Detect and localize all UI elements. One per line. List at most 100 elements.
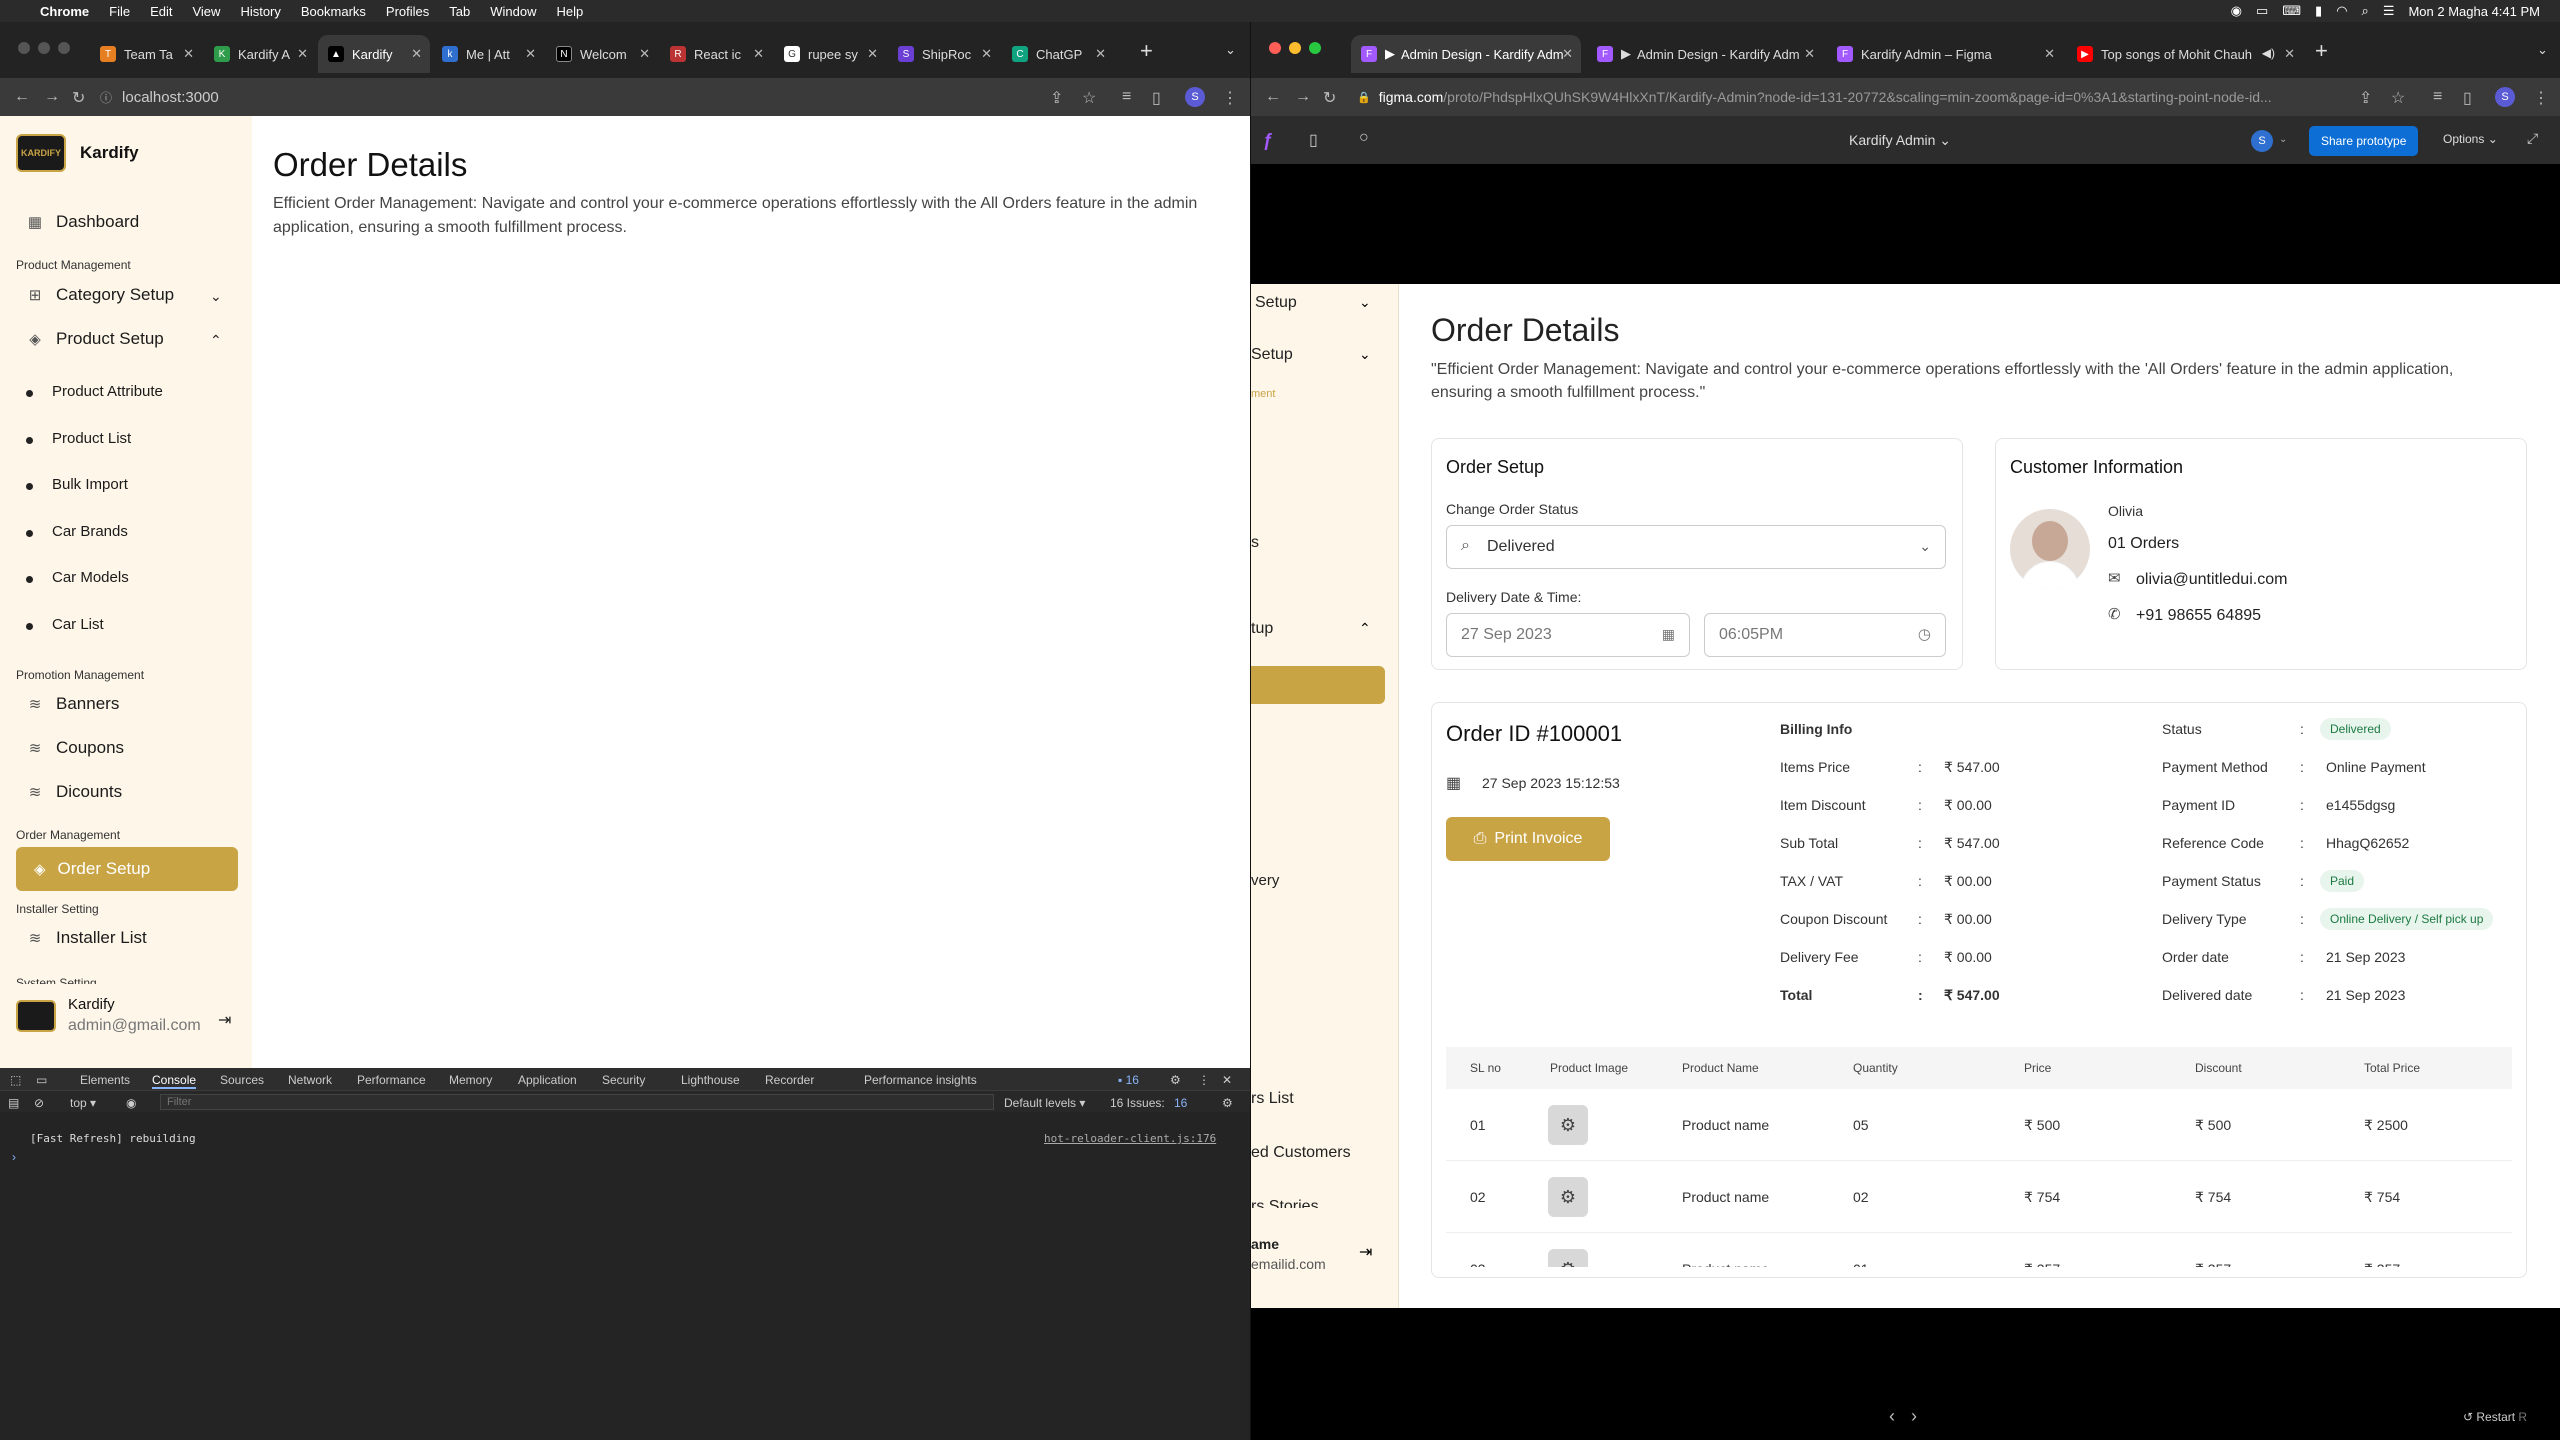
close-tab-icon[interactable]: ✕ bbox=[867, 46, 878, 62]
chevron-down-icon[interactable]: ⌄ bbox=[1359, 294, 1371, 311]
zoom-window-button[interactable] bbox=[1309, 42, 1321, 54]
battery-icon[interactable]: ▮ bbox=[2315, 3, 2322, 19]
new-tab-icon[interactable]: + bbox=[2315, 38, 2328, 64]
menu-file[interactable]: File bbox=[109, 4, 130, 19]
side-panel-icon[interactable]: ▯ bbox=[1152, 88, 1161, 108]
context-select[interactable]: top ▾ bbox=[70, 1096, 96, 1110]
chevron-down-icon[interactable]: ⌄ bbox=[1359, 346, 1371, 363]
profile-avatar[interactable]: S bbox=[1185, 87, 1205, 107]
sidebar-item-banners[interactable]: ≋ Banners bbox=[26, 694, 120, 714]
tab-search-icon[interactable]: ⌄ bbox=[1225, 42, 1236, 58]
menu-edit[interactable]: Edit bbox=[150, 4, 172, 19]
sidebar-item[interactable]: Setup bbox=[1255, 294, 1403, 312]
browser-menu-icon[interactable]: ⋮ bbox=[1222, 88, 1238, 108]
console-settings-icon[interactable]: ⚙ bbox=[1222, 1096, 1233, 1110]
sidebar-item[interactable]: s bbox=[1251, 534, 1399, 552]
url-field[interactable]: ⓘ localhost:3000 bbox=[100, 84, 219, 110]
inspect-icon[interactable]: ⬚ bbox=[10, 1073, 21, 1087]
sidebar-subitem-product-attribute[interactable]: Product Attribute bbox=[52, 383, 163, 400]
expand-icon[interactable]: ⤢ bbox=[2527, 130, 2538, 147]
close-window-button[interactable] bbox=[18, 42, 30, 54]
avatar[interactable]: S bbox=[2251, 130, 2273, 152]
devtools-tab-performance-insights[interactable]: Performance insights bbox=[864, 1073, 977, 1087]
active-nav-highlight[interactable] bbox=[1251, 666, 1385, 704]
restart-button[interactable]: ↺ Restart R bbox=[2463, 1410, 2527, 1424]
devtools-tab-lighthouse[interactable]: Lighthouse bbox=[681, 1073, 740, 1087]
browser-tab[interactable]: C ChatGP ✕ bbox=[1002, 35, 1114, 73]
sidebar-subitem-bulk-import[interactable]: Bulk Import bbox=[52, 476, 128, 493]
sidebar-item[interactable]: tup bbox=[1251, 620, 1399, 638]
sidebar-item-category-setup[interactable]: ⊞ Category Setup bbox=[26, 285, 174, 305]
browser-tab[interactable]: R React ic ✕ bbox=[660, 35, 772, 73]
lock-icon[interactable]: 🔒 bbox=[1357, 91, 1371, 104]
chevron-down-icon[interactable]: ⌄ bbox=[2279, 134, 2287, 145]
time-input[interactable]: 06:05PM ◷ bbox=[1704, 613, 1946, 657]
log-levels-select[interactable]: Default levels ▾ bbox=[1004, 1096, 1085, 1110]
devtools-tab-elements[interactable]: Elements bbox=[80, 1073, 130, 1087]
issues-badge[interactable]: 16 bbox=[1174, 1096, 1187, 1110]
browser-tab[interactable]: T Team Ta ✕ bbox=[90, 35, 202, 73]
devtools-tab-application[interactable]: Application bbox=[518, 1073, 577, 1087]
devtools-close-icon[interactable]: ✕ bbox=[1222, 1073, 1232, 1087]
devtools-tab-network[interactable]: Network bbox=[288, 1073, 332, 1087]
sidebar-item-product-setup[interactable]: ◈ Product Setup bbox=[26, 329, 164, 349]
chevron-up-icon[interactable]: ⌃ bbox=[1359, 620, 1371, 637]
file-name-dropdown[interactable]: Kardify Admin ⌄ bbox=[1849, 132, 1951, 149]
forward-icon[interactable]: → bbox=[44, 88, 60, 106]
close-tab-icon[interactable]: ✕ bbox=[2044, 46, 2055, 62]
sidebar-item-coupons[interactable]: ≋ Coupons bbox=[26, 738, 124, 758]
keyboard-icon[interactable]: ⌨ bbox=[2282, 3, 2301, 19]
browser-tab[interactable]: Grupee sy ✕ bbox=[774, 35, 886, 73]
sidebar-subitem-car-brands[interactable]: Car Brands bbox=[52, 523, 128, 540]
next-frame-icon[interactable]: › bbox=[1911, 1406, 1917, 1427]
sidebar-item-order-setup[interactable]: ◈ Order Setup bbox=[16, 847, 238, 891]
device-toolbar-icon[interactable]: ▭ bbox=[36, 1073, 47, 1087]
logout-icon[interactable]: ⇥ bbox=[218, 1010, 231, 1030]
sidebar-item[interactable]: rs List bbox=[1251, 1090, 1399, 1108]
sidebar-subitem-product-list[interactable]: Product List bbox=[52, 430, 131, 447]
profile-avatar[interactable]: S bbox=[2495, 87, 2515, 107]
devtools-tab-sources[interactable]: Sources bbox=[220, 1073, 264, 1087]
reading-list-icon[interactable]: ≡ bbox=[2433, 88, 2442, 106]
devtools-tab-console[interactable]: Console bbox=[152, 1073, 197, 1089]
comment-icon[interactable]: ○ bbox=[1359, 129, 1369, 147]
search-icon[interactable]: ⌕ bbox=[2362, 3, 2369, 19]
devtools-tab-memory[interactable]: Memory bbox=[449, 1073, 492, 1087]
table-row[interactable]: 02 ⚙ Product name 02 ₹ 754 ₹ 754 ₹ 754 bbox=[1446, 1161, 2512, 1233]
new-tab-icon[interactable]: + bbox=[1140, 38, 1153, 64]
info-icon[interactable]: ⓘ bbox=[100, 89, 112, 106]
clear-console-icon[interactable]: ⊘ bbox=[34, 1096, 44, 1110]
close-window-button[interactable] bbox=[1269, 42, 1281, 54]
devtools-tab-recorder[interactable]: Recorder bbox=[765, 1073, 814, 1087]
console-prompt[interactable]: › bbox=[12, 1150, 16, 1164]
bookmark-star-icon[interactable]: ☆ bbox=[2391, 88, 2405, 108]
share-icon[interactable]: ⇪ bbox=[1050, 88, 1063, 108]
display-icon[interactable]: ▭ bbox=[2256, 3, 2268, 19]
close-tab-icon[interactable]: ✕ bbox=[639, 46, 650, 62]
figma-logo-icon[interactable]: ƒ bbox=[1263, 130, 1273, 151]
print-invoice-button[interactable]: ⎙ Print Invoice bbox=[1446, 817, 1610, 861]
menu-view[interactable]: View bbox=[192, 4, 220, 19]
eye-icon[interactable]: ◉ bbox=[126, 1096, 136, 1110]
browser-tab[interactable]: N Welcom ✕ bbox=[546, 35, 658, 73]
calendar-icon[interactable]: ▦ bbox=[1662, 626, 1675, 643]
console-filter-input[interactable] bbox=[160, 1094, 994, 1110]
clock[interactable]: Mon 2 Magha 4:41 PM bbox=[2408, 4, 2540, 19]
devtools-more-icon[interactable]: ⋮ bbox=[1198, 1073, 1210, 1087]
date-input[interactable]: 27 Sep 2023 ▦ bbox=[1446, 613, 1690, 657]
menu-app-name[interactable]: Chrome bbox=[40, 4, 89, 19]
sidebar-item-dashboard[interactable]: ▦ Dashboard bbox=[26, 212, 139, 232]
devtools-tab-performance[interactable]: Performance bbox=[357, 1073, 426, 1087]
brand[interactable]: KARDIFY Kardify bbox=[16, 134, 139, 172]
browser-tab[interactable]: F ▶ Admin Design - Kardify Adm ✕ bbox=[1587, 35, 1823, 73]
control-center-icon[interactable]: ☰ bbox=[2383, 3, 2395, 19]
tab-search-icon[interactable]: ⌄ bbox=[2537, 42, 2548, 58]
reload-icon[interactable]: ↻ bbox=[1323, 88, 1336, 108]
share-prototype-button[interactable]: Share prototype bbox=[2309, 126, 2419, 156]
browser-tab[interactable]: K Kardify A ✕ bbox=[204, 35, 316, 73]
sidebar-item[interactable]: rs Stories bbox=[1251, 1198, 1399, 1208]
logout-icon[interactable]: ⇥ bbox=[1359, 1242, 1372, 1262]
browser-tab[interactable]: S ShipRoc ✕ bbox=[888, 35, 1000, 73]
issues-count-badge[interactable]: ▪ 16 bbox=[1118, 1073, 1139, 1087]
status-icon[interactable]: ◉ bbox=[2231, 3, 2242, 19]
